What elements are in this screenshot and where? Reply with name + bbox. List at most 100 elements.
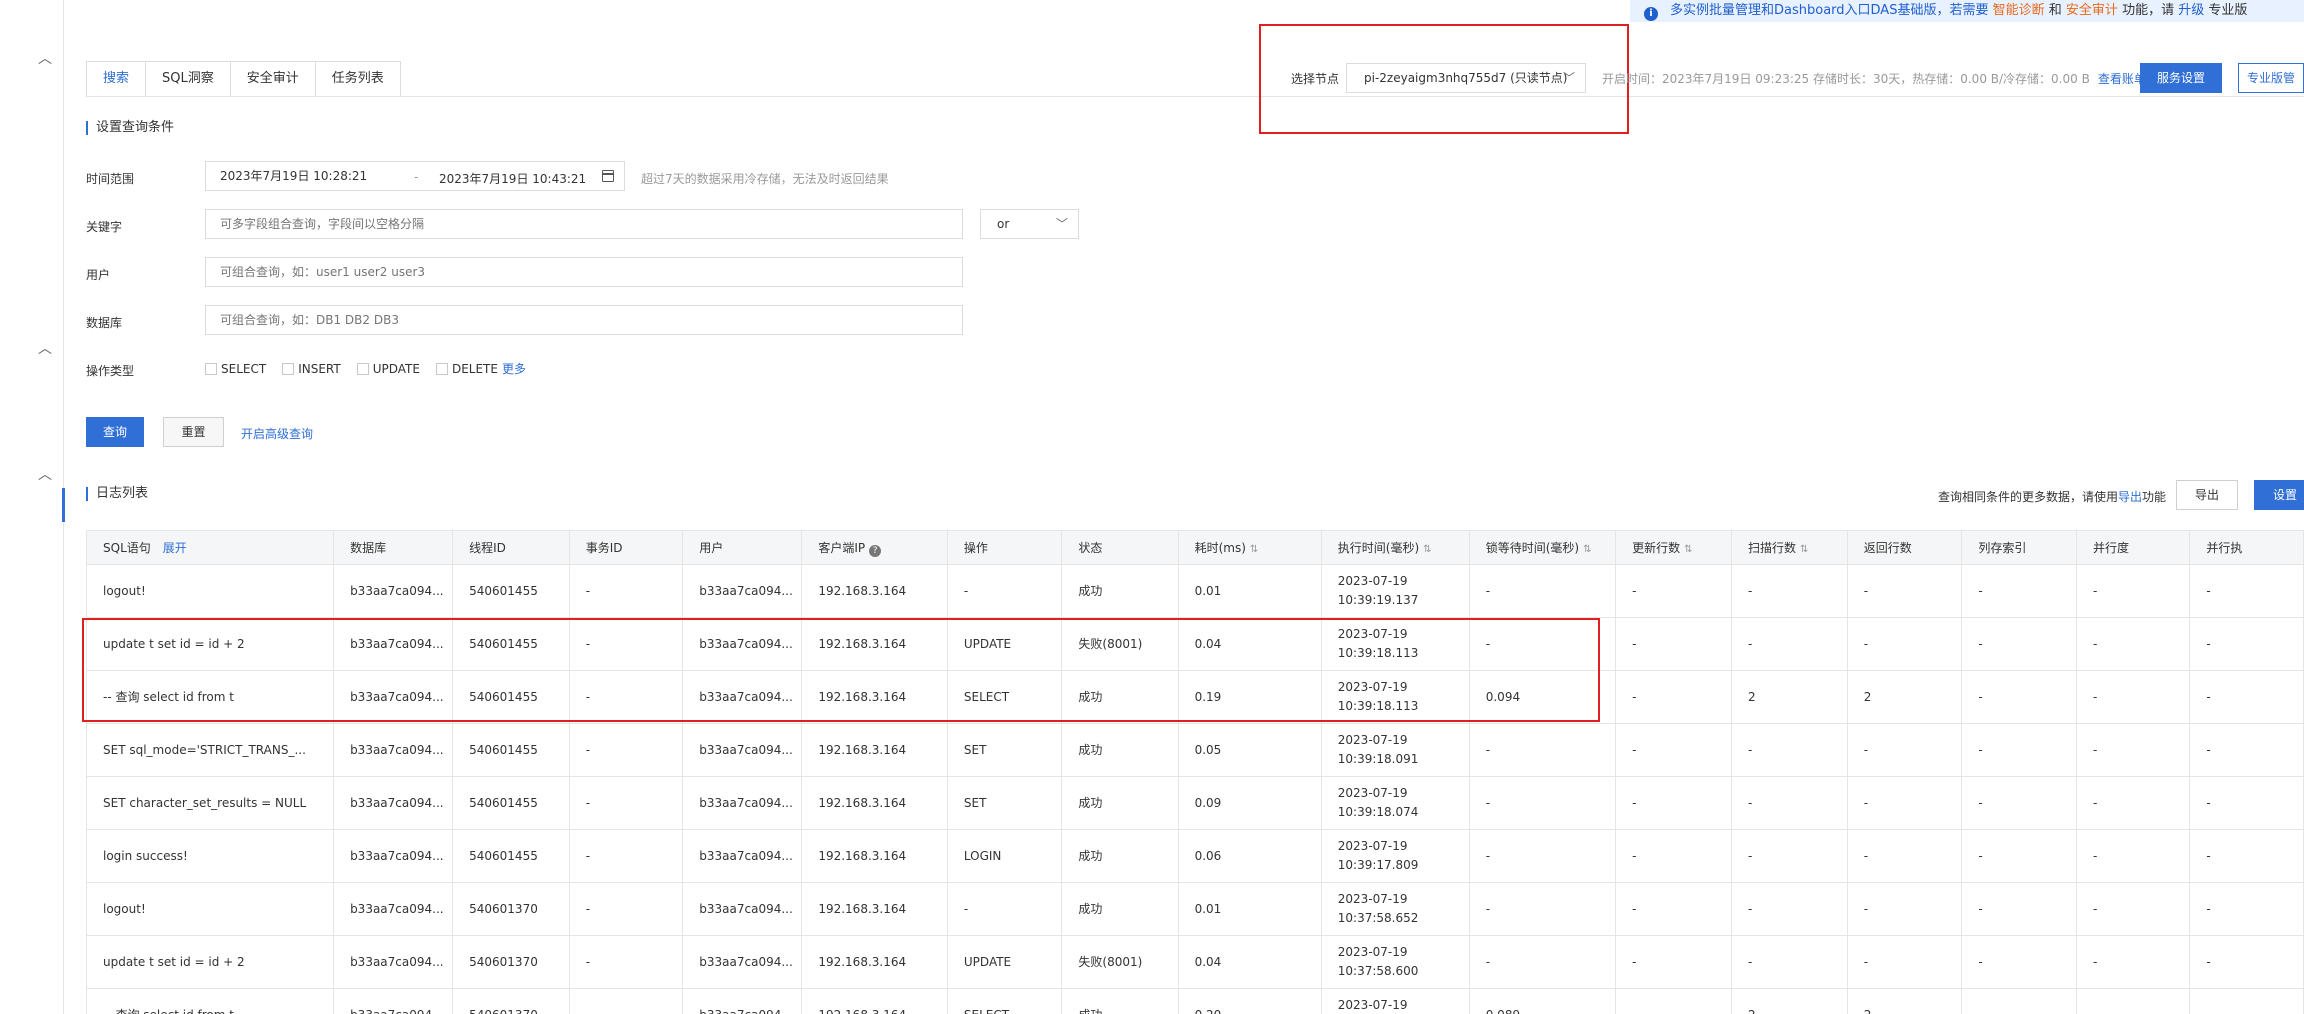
cell-text: - <box>1485 954 1491 969</box>
table-row[interactable]: SET sql_mode='STRICT_TRANS_... b33aa7ca09… <box>85 723 2304 777</box>
checkbox-box[interactable] <box>282 362 295 375</box>
cell-text: - <box>2206 636 2211 651</box>
cell-text: update t set id = id + 2 <box>103 636 245 651</box>
op-checkbox-insert[interactable]: INSERT <box>282 362 341 376</box>
checkbox-box[interactable] <box>356 362 369 375</box>
tab-search[interactable]: 搜索 <box>86 61 147 97</box>
sort-icon[interactable]: ⇅ <box>1250 544 1258 555</box>
table-settings-button[interactable]: 设置 <box>2254 480 2304 510</box>
cell-returned-rows: - <box>1846 776 1963 830</box>
tab-security-audit[interactable]: 安全审计 <box>230 61 316 97</box>
cell-text: 2023-07-19 <box>1337 998 1408 1012</box>
cell-client-ip: 192.168.3.164 <box>801 882 948 936</box>
col-duration[interactable]: 耗时(ms) ⇅ <box>1177 530 1322 565</box>
cell-returned-rows: 2 <box>1846 988 1963 1014</box>
sort-icon[interactable]: ⇅ <box>1800 544 1808 555</box>
logic-select[interactable]: or ﹀ <box>980 209 1079 239</box>
upgrade-link[interactable]: 升级 <box>2178 3 2204 18</box>
table-row[interactable]: SET character_set_results = NULL b33aa7ca… <box>85 776 2304 830</box>
cell-text: 0.04 <box>1194 636 1222 651</box>
sort-icon[interactable]: ⇅ <box>1583 544 1591 555</box>
export-button[interactable]: 导出 <box>2176 480 2238 510</box>
tab-sql-insight[interactable]: SQL洞察 <box>146 61 231 97</box>
cell-text: 2 <box>1748 1008 1756 1014</box>
pro-management-button[interactable]: 专业版管 <box>2238 63 2304 93</box>
table-row[interactable]: login success! b33aa7ca094... 540601455 - b3… <box>85 829 2304 883</box>
database-input[interactable] <box>205 305 963 335</box>
help-icon[interactable]: ? <box>869 544 882 557</box>
cell-text: 成功 <box>1078 1008 1102 1014</box>
op-checkbox-update[interactable]: UPDATE <box>356 362 420 376</box>
cell-lock-wait: - <box>1468 776 1617 830</box>
calendar-icon[interactable] <box>602 170 614 182</box>
service-settings-button[interactable]: 服务设置 <box>2140 63 2222 93</box>
cell-text: 10:39:18.113 <box>1337 699 1419 713</box>
cell-updated-rows: - <box>1615 935 1732 989</box>
smart-diagnosis-link[interactable]: 智能诊断 <box>1993 3 2045 18</box>
expand-link[interactable]: 展开 <box>163 541 187 555</box>
cell-text: - <box>2206 795 2211 810</box>
advanced-query-link[interactable]: 开启高级查询 <box>241 425 313 442</box>
notice-text: 功能，请 <box>2122 3 2175 18</box>
cell-duration: 0.09 <box>1177 776 1322 830</box>
col-scanned-rows[interactable]: 扫描行数 ⇅ <box>1730 530 1848 565</box>
node-select[interactable]: pi-2zeyaigm3nhq755d7 (只读节点) ﹀ <box>1346 63 1586 93</box>
cell-text: 0.19 <box>1194 689 1222 704</box>
checkbox-box[interactable] <box>435 362 448 375</box>
sort-icon[interactable]: ⇅ <box>1423 544 1431 555</box>
cell-sql: logout! <box>85 882 335 936</box>
user-input[interactable] <box>205 257 963 287</box>
checkbox-box[interactable] <box>205 362 217 375</box>
cell-text: 192.168.3.164 <box>818 636 907 651</box>
op-checkbox-select[interactable]: SELECT <box>205 362 266 376</box>
reset-button[interactable]: 重置 <box>163 417 224 447</box>
collapse-up-icon[interactable]: ︿ <box>38 52 52 66</box>
cell-transaction-id: - <box>568 670 684 724</box>
cell-exec-time: 2023-07-19 10:39:18.091 <box>1320 723 1470 777</box>
cell-text: - <box>1978 901 1983 916</box>
cell-text: - <box>1747 795 1753 810</box>
table-row[interactable]: logout! b33aa7ca094... 540601370 - b33aa7ca0… <box>85 882 2304 936</box>
cell-column-index: - <box>1961 723 2077 777</box>
cell-lock-wait: - <box>1468 935 1617 989</box>
cell-text: - <box>1632 848 1637 863</box>
cell-lock-wait: 0.089 <box>1468 988 1617 1014</box>
cell-parallelism: - <box>2075 776 2191 830</box>
more-ops-link[interactable]: 更多 <box>502 360 526 377</box>
col-parallelism: 并行度 <box>2075 530 2191 565</box>
col-updated-rows[interactable]: 更新行数 ⇅ <box>1615 530 1732 565</box>
cell-thread-id: 540601370 <box>452 935 570 989</box>
cell-user: b33aa7ca094... <box>682 723 803 777</box>
op-checkbox-delete[interactable]: DELETE <box>435 362 498 376</box>
view-bill-link[interactable]: 查看账单 <box>2098 72 2146 86</box>
export-hint-link[interactable]: 导出 <box>2118 490 2142 504</box>
collapse-up-icon[interactable]: ︿ <box>38 468 52 482</box>
cell-client-ip: 192.168.3.164 <box>801 670 948 724</box>
keyword-input[interactable] <box>205 209 963 239</box>
table-row[interactable]: -- 查询 select id from t b33aa7ca094... 5406… <box>85 670 2304 724</box>
time-range-label: 时间范围 <box>86 172 135 186</box>
cell-text: 10:37:58.652 <box>1337 911 1419 925</box>
cell-client-ip: 192.168.3.164 <box>801 776 948 830</box>
table-row[interactable]: update t set id = id + 2 b33aa7ca094... 54… <box>85 617 2304 671</box>
cell-scanned-rows: 2 <box>1730 988 1848 1014</box>
col-exec-time[interactable]: 执行时间(毫秒) ⇅ <box>1320 530 1470 565</box>
tab-task-list[interactable]: 任务列表 <box>315 61 401 97</box>
search-button[interactable]: 查询 <box>86 417 144 447</box>
table-row[interactable]: logout! b33aa7ca094... 540601455 - b33aa7ca0… <box>85 564 2304 618</box>
cell-text: 10:37:58.600 <box>1337 964 1419 978</box>
cell-text: 失败(8001) <box>1078 954 1143 969</box>
col-lock-wait[interactable]: 锁等待时间(毫秒) ⇅ <box>1468 530 1617 565</box>
cell-text: b33aa7ca094... <box>699 848 793 863</box>
security-audit-link[interactable]: 安全审计 <box>2066 3 2118 18</box>
table-row[interactable]: update t set id = id + 2 b33aa7ca094... 54… <box>85 935 2304 989</box>
cell-text: SET character_set_results = NULL <box>103 795 307 810</box>
cell-status: 成功 <box>1061 564 1179 618</box>
collapse-up-icon[interactable]: ︿ <box>38 342 52 356</box>
cell-exec-time: 2023-07-19 10:37:58.652 <box>1320 882 1470 936</box>
column-header: 更新行数 <box>1632 541 1681 555</box>
table-row[interactable]: -- 查询 select id from t b33aa7ca094... 5406… <box>85 988 2304 1014</box>
sort-icon[interactable]: ⇅ <box>1684 544 1692 555</box>
cell-text: - <box>1978 848 1983 863</box>
cell-user: b33aa7ca094... <box>682 935 803 989</box>
